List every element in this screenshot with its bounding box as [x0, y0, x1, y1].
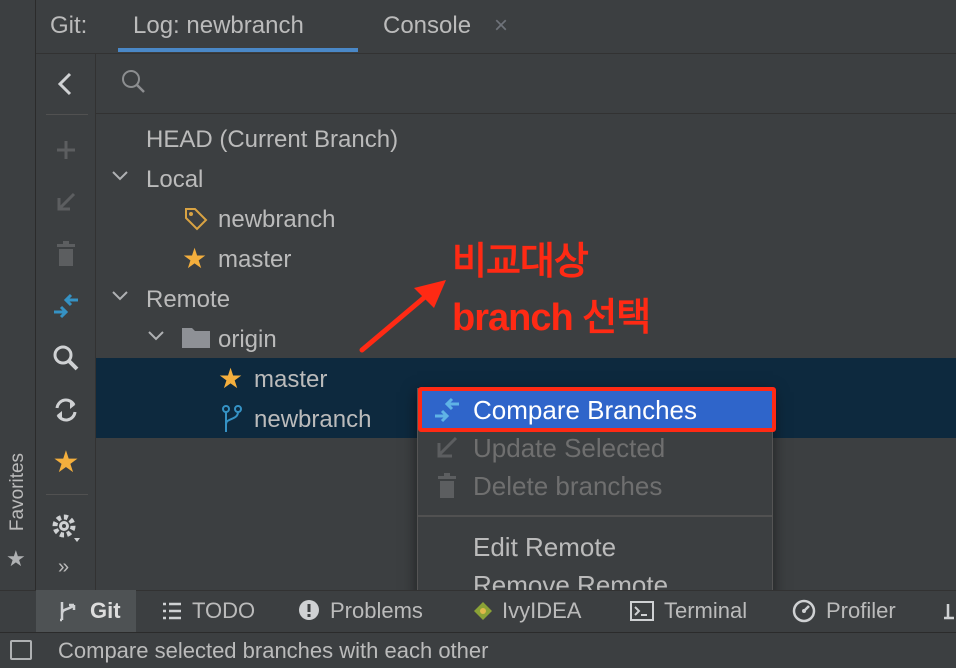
git-tool-button[interactable]: Git [90, 590, 121, 632]
chevron-down-icon[interactable] [110, 286, 130, 312]
chevron-down-icon[interactable] [146, 326, 166, 352]
menu-separator [418, 515, 772, 517]
status-message: Compare selected branches with each othe… [58, 638, 489, 663]
todo-list-icon [163, 602, 181, 620]
compare-branches-icon[interactable] [50, 290, 82, 322]
toolbar-divider [46, 494, 88, 495]
menu-item-label: Delete branches [473, 471, 663, 501]
tree-node-remote-branch[interactable]: newbranch [254, 406, 371, 434]
branch-filter-bar[interactable] [96, 54, 956, 114]
ivyidea-tool-button[interactable]: IvyIDEA [502, 590, 581, 632]
profiler-tool-button[interactable]: Profiler [826, 590, 896, 632]
star-icon: ★ [218, 363, 244, 394]
tree-node-remote[interactable]: Remote [146, 286, 230, 314]
update-selected-menu-item[interactable]: Update Selected [418, 429, 772, 467]
git-icon [60, 602, 76, 622]
tree-node-origin[interactable]: origin [218, 326, 277, 354]
update-icon[interactable] [50, 186, 82, 218]
active-tool-window-highlight [36, 590, 136, 632]
menu-item-label: Edit Remote [473, 532, 617, 562]
annotation-text: branch 선택 [452, 297, 651, 339]
tag-icon [185, 208, 208, 231]
annotation-arrow-icon [359, 280, 446, 353]
menu-item-label: Update Selected [473, 433, 666, 463]
annotation-text: 비교대상 [452, 241, 589, 283]
terminal-tool-button[interactable]: Terminal [664, 590, 747, 632]
problems-tool-button[interactable]: Problems [330, 590, 423, 632]
ivyidea-icon [474, 602, 492, 620]
tab-log[interactable]: Log: newbranch [133, 12, 304, 40]
annotation-highlight-box [418, 387, 776, 432]
favorite-star-icon[interactable]: ★ [50, 446, 82, 479]
delete-icon [438, 473, 456, 498]
tree-node-local[interactable]: Local [146, 166, 203, 194]
search-icon[interactable] [50, 342, 82, 374]
branch-icon [222, 405, 242, 432]
refresh-icon[interactable] [50, 394, 82, 426]
delete-icon[interactable] [50, 238, 82, 270]
favorites-tab[interactable]: Favorites [6, 452, 30, 532]
settings-icon[interactable] [50, 512, 82, 544]
tree-node-remote-branch[interactable]: master [254, 366, 327, 394]
star-icon: ★ [182, 243, 208, 274]
tab-console[interactable]: Console [383, 12, 471, 40]
problems-icon [299, 600, 319, 620]
todo-tool-button[interactable]: TODO [192, 590, 255, 632]
back-arrow-icon[interactable] [50, 68, 82, 100]
close-icon[interactable]: × [494, 12, 508, 40]
profiler-icon [792, 599, 816, 623]
panel-label: Git: [50, 12, 88, 39]
delete-branches-menu-item[interactable]: Delete branches [418, 467, 772, 505]
overflow-tool-icon[interactable] [942, 602, 956, 622]
toolbar-divider [46, 114, 88, 115]
add-icon[interactable] [50, 134, 82, 166]
favorites-star-icon[interactable]: ★ [6, 546, 26, 572]
tree-node-head[interactable]: HEAD (Current Branch) [146, 126, 398, 154]
tree-node-local-branch[interactable]: master [218, 246, 291, 274]
filter-search-icon [122, 70, 145, 93]
more-tools-icon[interactable]: » [58, 556, 69, 579]
folder-icon [182, 328, 210, 348]
chevron-down-icon[interactable] [110, 166, 130, 192]
tree-node-local-branch[interactable]: newbranch [218, 206, 335, 234]
tool-windows-toggle-icon[interactable] [10, 640, 32, 660]
update-icon [437, 436, 458, 458]
terminal-icon [630, 601, 654, 621]
active-tab-indicator [118, 48, 358, 52]
edit-remote-menu-item[interactable]: Edit Remote [418, 528, 772, 566]
